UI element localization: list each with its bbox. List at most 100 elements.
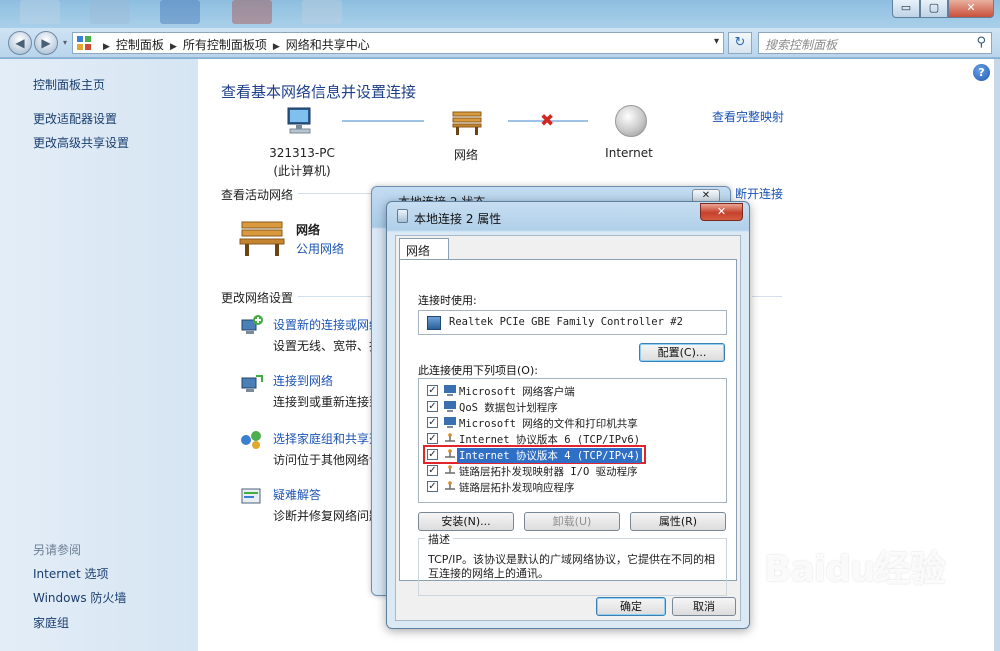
search-icon[interactable]: ⚲ [976,35,986,50]
search-input[interactable]: 搜索控制面板 ⚲ [758,32,992,54]
list-item[interactable]: ✓ 链路层拓扑发现映射器 I/O 驱动程序 [423,463,723,479]
section-divider [298,193,372,194]
minimize-button[interactable]: ▭ [892,0,920,18]
navigation-bar: ◀ ▶ ▾ ▶ 控制面板 ▶ 所有控制面板项 ▶ 网络和共享中心 ▾ ↻ 搜索控制面板 ⚲ [0,28,1000,58]
internet-node-label: Internet [605,146,653,160]
breadcrumb-all-items[interactable]: 所有控制面板项 [183,38,267,52]
sidebar-home-link[interactable]: 控制面板主页 [33,76,105,93]
file-share-icon [444,417,456,428]
see-also-homegroup[interactable]: 家庭组 [33,614,69,631]
help-icon[interactable]: ? [973,64,990,81]
troubleshoot-link[interactable]: 疑难解答 [273,486,321,503]
homegroup-desc: 访问位于其他网络计 [273,453,382,467]
window-frame-edge [994,59,1000,651]
pc-sub-label: (此计算机) [273,164,331,178]
address-bar[interactable]: ▶ 控制面板 ▶ 所有控制面板项 ▶ 网络和共享中心 ▾ [72,32,724,54]
baidu-watermark: Baidu经验 [764,549,945,590]
description-group: 描述 TCP/IP。该协议是默认的广域网络协议，它提供在不同的相互连接的网络上的… [418,531,727,596]
troubleshoot-icon [241,488,261,504]
connection-line [342,120,424,122]
background-taskbar-icon [160,0,200,24]
back-button[interactable]: ◀ [8,31,32,55]
window-title-bar: ▭ ▢ ✕ [0,0,1000,28]
properties-close-button[interactable]: ✕ [700,203,743,221]
sidebar-item-advanced-sharing[interactable]: 更改高级共享设置 [33,134,129,151]
protocol-icon [445,449,455,458]
checkbox[interactable]: ✓ [427,401,438,412]
cancel-button[interactable]: 取消 [672,597,736,616]
description-heading: 描述 [425,531,453,547]
checkbox[interactable]: ✓ [427,385,438,396]
qos-icon [444,401,456,412]
network-type-link[interactable]: 公用网络 [296,240,344,257]
network-bench-icon [452,111,482,135]
refresh-button[interactable]: ↻ [728,32,752,54]
background-taskbar-icon [90,0,130,24]
list-item-selected[interactable]: ✓ Internet 协议版本 4 (TCP/IPv4) [423,445,723,464]
properties-dialog: 本地连接 2 属性 ✕ 网络 连接时使用: Realtek PCIe GBE F… [386,201,750,629]
active-network-bench-icon [239,221,285,256]
background-taskbar-icon [232,0,272,24]
background-taskbar-icon [302,0,342,24]
properties-dialog-title: 本地连接 2 属性 [414,212,502,226]
see-also-internet-options[interactable]: Internet 选项 [33,565,108,582]
setup-connection-link[interactable]: 设置新的连接或网络 [273,316,381,333]
forward-button[interactable]: ▶ [34,31,58,55]
disconnected-x-icon: ✖ [540,111,555,131]
protocol-icon [445,481,455,490]
checkbox[interactable]: ✓ [427,417,438,428]
components-list[interactable]: ✓ Microsoft 网络客户端 ✓ QoS 数据包计划程序 ✓ Micros… [418,378,727,503]
properties-button[interactable]: 属性(R) [630,512,726,531]
breadcrumb-separator-icon: ▶ [272,42,280,52]
ok-button[interactable]: 确定 [596,597,666,616]
checkbox[interactable]: ✓ [427,433,438,444]
breadcrumb: ▶ 控制面板 ▶ 所有控制面板项 ▶ 网络和共享中心 [97,36,370,53]
checkbox[interactable]: ✓ [427,481,438,492]
checkbox[interactable]: ✓ [427,465,438,476]
install-button[interactable]: 安装(N)... [418,512,514,531]
breadcrumb-control-panel[interactable]: 控制面板 [116,38,164,52]
view-full-map-link[interactable]: 查看完整映射 [712,108,784,125]
list-item-label: 链路层拓扑发现响应程序 [459,482,575,494]
list-item-label: Internet 协议版本 4 (TCP/IPv4) [457,448,643,463]
page-title: 查看基本网络信息并设置连接 [221,83,417,101]
list-item[interactable]: ✓ QoS 数据包计划程序 [423,399,723,415]
pc-name-label: 321313-PC [269,146,335,160]
list-item-label: QoS 数据包计划程序 [459,402,558,414]
change-settings-heading: 更改网络设置 [221,291,294,305]
checkbox[interactable]: ✓ [427,449,438,460]
configure-button[interactable]: 配置(C)... [639,343,725,362]
tab-networking[interactable]: 网络 [399,238,449,260]
list-item-label: Microsoft 网络客户端 [459,386,575,398]
connect-network-link[interactable]: 连接到网络 [273,372,333,389]
history-dropdown-icon[interactable]: ▾ [63,38,67,47]
search-placeholder: 搜索控制面板 [765,38,838,52]
troubleshoot-desc: 诊断并修复网络问题 [273,509,382,523]
homegroup-icon [241,431,261,449]
address-dropdown-icon[interactable]: ▾ [714,36,719,47]
description-text: TCP/IP。该协议是默认的广域网络协议，它提供在不同的相互连接的网络上的通讯。 [428,553,715,580]
list-item[interactable]: ✓ Microsoft 网络的文件和打印机共享 [423,415,723,431]
uninstall-button[interactable]: 卸载(U) [524,512,620,531]
see-also-firewall[interactable]: Windows 防火墙 [33,589,126,606]
new-connection-icon [241,315,263,334]
disconnect-link[interactable]: 断开连接 [735,185,783,202]
maximize-button[interactable]: ▢ [920,0,948,18]
network-adapter-icon [397,209,408,223]
background-taskbar-icon [20,0,60,24]
tab-panel: 连接时使用: Realtek PCIe GBE Family Controlle… [399,259,737,596]
sidebar-item-adapter-settings[interactable]: 更改适配器设置 [33,110,117,127]
homegroup-link[interactable]: 选择家庭组和共享选 [273,430,381,447]
connect-using-label: 连接时使用: [418,294,477,307]
list-item[interactable]: ✓ Microsoft 网络客户端 [423,383,723,399]
active-network-name: 网络 [296,223,321,237]
adapter-name: Realtek PCIe GBE Family Controller #2 [449,316,683,328]
breadcrumb-network-center[interactable]: 网络和共享中心 [286,38,370,52]
section-divider [752,296,782,297]
connect-network-icon [241,375,263,392]
setup-connection-desc: 设置无线、宽带、拨 [273,339,382,353]
list-item[interactable]: ✓ 链路层拓扑发现响应程序 [423,479,723,495]
window-close-button[interactable]: ✕ [948,0,994,18]
control-panel-icon [77,36,91,50]
watermark-url: jingyan.baidu.com [770,610,909,628]
